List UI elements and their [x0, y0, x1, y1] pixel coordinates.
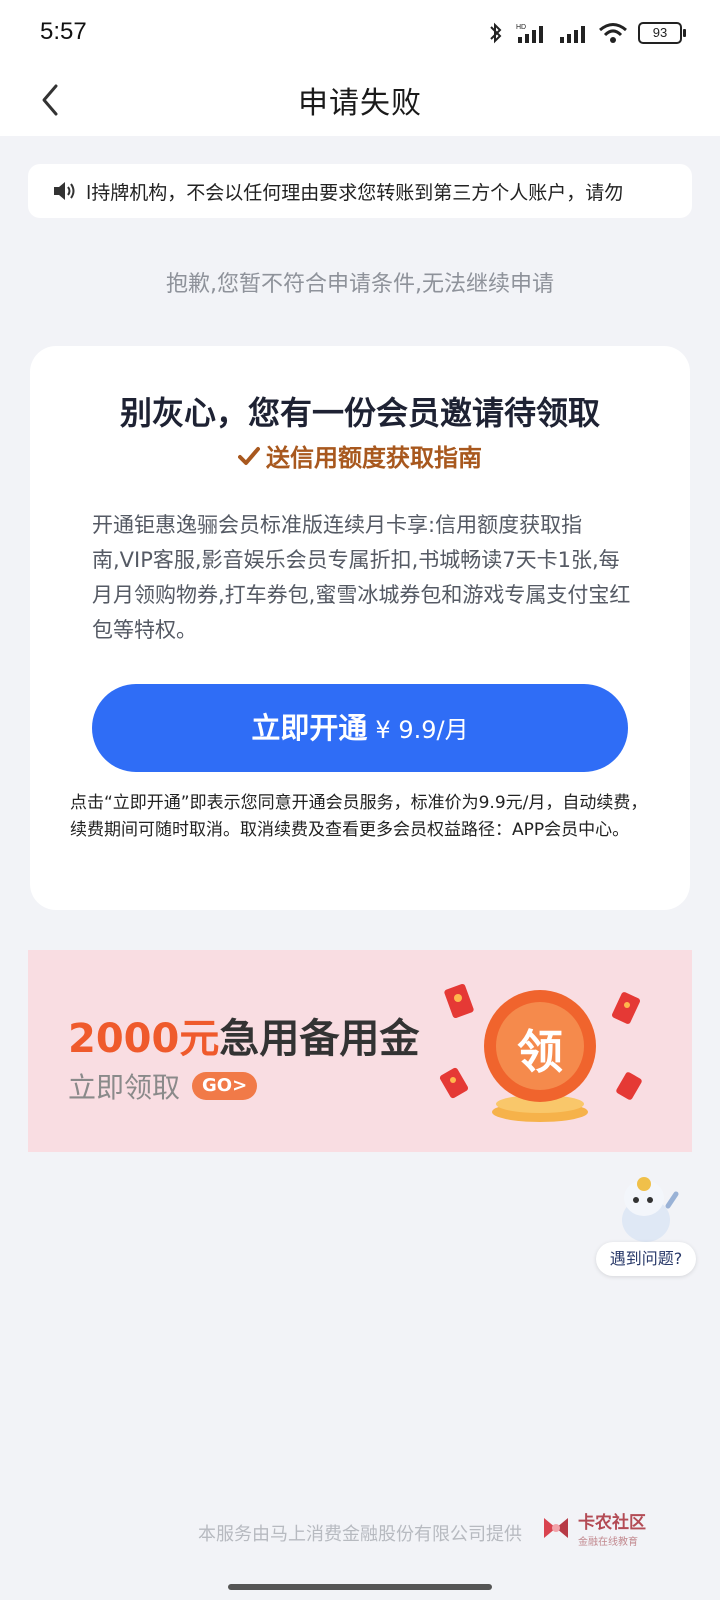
red-envelope-icon: [612, 992, 640, 1024]
signal-hd-icon: HD: [516, 24, 543, 43]
promo-title: 2000元急用备用金: [68, 1006, 419, 1064]
notice-banner: l持牌机构，不会以任何理由要求您转账到第三方个人账户，请勿: [28, 164, 692, 218]
signal-icon: [560, 26, 585, 43]
mascot-icon: [622, 1177, 679, 1242]
open-button-price: ¥ 9.9/月: [375, 716, 469, 744]
card-subtitle-row: 送信用额度获取指南: [30, 438, 690, 473]
status-bar: 5:57 HD 93: [0, 0, 720, 64]
watermark-logo-icon: [544, 1518, 568, 1538]
svg-text:HD: HD: [516, 24, 526, 31]
open-button-label: 立即开通: [251, 711, 368, 745]
nav-bar: 申请失败: [0, 64, 720, 136]
battery-indicator: 93: [638, 22, 686, 44]
promo-cta: 立即领取 GO>: [68, 1066, 258, 1106]
help-float-button[interactable]: 遇到问题?: [596, 1176, 696, 1276]
promo-title-rest: 急用备用金: [219, 1016, 420, 1062]
status-time: 5:57: [40, 18, 87, 45]
watermark: 卡农社区 金融在线教育: [540, 1508, 646, 1548]
home-indicator[interactable]: [228, 1584, 492, 1590]
watermark-title: 卡农社区: [578, 1513, 646, 1533]
checkmark-icon: [238, 446, 260, 465]
red-envelope-icon: [439, 1067, 469, 1099]
red-envelope-icon: [616, 1072, 642, 1100]
card-title: 别灰心，您有一份会员邀请待领取: [119, 394, 600, 432]
speaker-icon: [54, 182, 75, 200]
status-icons: HD 93: [488, 20, 686, 46]
promo-banner[interactable]: 2000元急用备用金 立即领取 GO> 领: [28, 950, 692, 1152]
coin-text: 领: [517, 1025, 563, 1079]
fail-message: 抱歉,您暂不符合申请条件,无法继续申请: [166, 272, 554, 297]
promo-cta-label: 立即领取: [68, 1071, 181, 1104]
open-membership-button[interactable]: 立即开通 ¥ 9.9/月: [92, 684, 628, 772]
agreement-text: 点击“立即开通”即表示您同意开通会员服务，标准价为9.9元/月，自动续费，续费期…: [70, 793, 648, 840]
help-label: 遇到问题?: [596, 1242, 696, 1276]
membership-card: 别灰心，您有一份会员邀请待领取 送信用额度获取指南 开通钜惠逸骊会员标准版连续月…: [30, 346, 690, 910]
bluetooth-icon: [490, 22, 502, 44]
promo-amount: 2000元: [68, 1016, 220, 1062]
wifi-icon: [599, 23, 627, 43]
page-title: 申请失败: [298, 86, 422, 121]
watermark-subtitle: 金融在线教育: [578, 1537, 638, 1548]
card-subtitle: 送信用额度获取指南: [266, 444, 482, 472]
card-description: 开通钜惠逸骊会员标准版连续月卡享:信用额度获取指南,VIP客服,影音娱乐会员专属…: [92, 513, 631, 642]
go-badge: GO>: [192, 1072, 258, 1100]
notice-text: l持牌机构，不会以任何理由要求您转账到第三方个人账户，请勿: [86, 181, 624, 204]
red-envelope-icon: [444, 983, 474, 1019]
